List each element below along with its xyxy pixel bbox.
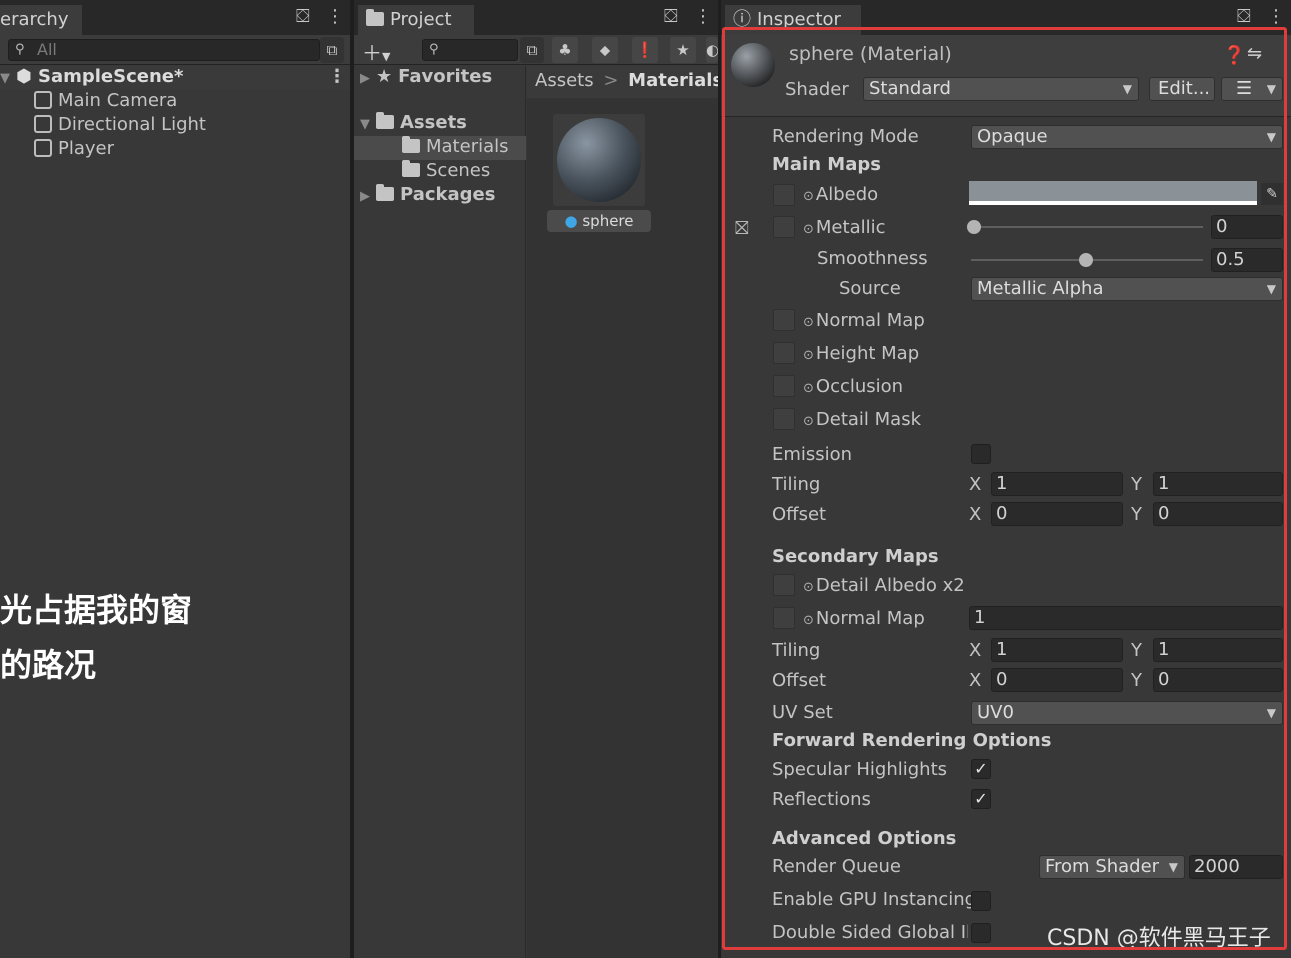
breadcrumb-assets[interactable]: Assets (535, 70, 594, 91)
project-lock-icon[interactable]: ⛋ (664, 6, 688, 27)
hidden-packages-icon[interactable]: ◐ (706, 37, 718, 63)
project-tree: ▶ ★ Favorites ▼ Assets Materials Scenes ▶ Pa… (354, 66, 526, 958)
folder-icon (402, 136, 420, 153)
tree-label: Assets (400, 112, 467, 133)
console-error-icon[interactable]: ❗ (632, 37, 658, 63)
search-icon: ⚲ (15, 42, 25, 57)
expand-arrow-icon[interactable]: ▼ (0, 67, 16, 91)
open-window-icon[interactable]: ⧉ (320, 37, 344, 63)
tree-materials[interactable]: Materials (354, 136, 526, 160)
hierarchy-menu-icon[interactable]: ⋮ (326, 6, 350, 27)
gameobject-icon (34, 115, 52, 133)
breadcrumb: Assets > Materials (527, 66, 718, 98)
hierarchy-lock-icon[interactable]: ⛋ (296, 6, 320, 27)
hierarchy-item-main-camera[interactable]: Main Camera (34, 90, 177, 111)
project-search-input[interactable]: ⚲ (422, 39, 518, 61)
expand-arrow-icon[interactable]: ▶ (360, 189, 376, 204)
hierarchy-toolbar: ⚲ All ⧉ (0, 35, 350, 65)
hierarchy-panel: erarchy ⛋ ⋮ ⚲ All ⧉ ▼ ⬢ SampleScene* ⋮ Ma… (0, 0, 350, 958)
search-placeholder: All (37, 40, 57, 59)
scene-name: SampleScene* (38, 66, 184, 87)
search-icon: ⚲ (429, 42, 439, 57)
project-toolbar: ＋▼ ⚲ ⧉ ♣ ⬥ ❗ ★ ◐ (354, 35, 718, 65)
star-icon: ★ (376, 66, 393, 87)
breadcrumb-materials[interactable]: Materials (628, 70, 718, 91)
asset-name: sphere (582, 212, 634, 230)
object-label: Directional Light (58, 114, 206, 135)
project-panel: Project ⛋ ⋮ ＋▼ ⚲ ⧉ ♣ ⬥ ❗ ★ ◐ ▶ ★ Favorites… (354, 0, 718, 958)
tree-assets[interactable]: ▼ Assets (360, 112, 467, 133)
filter-by-type-icon[interactable]: ♣ (552, 37, 578, 63)
highlight-box (722, 27, 1287, 950)
project-tabbar: Project ⛋ ⋮ (354, 0, 718, 35)
open-window-icon[interactable]: ⧉ (520, 37, 544, 63)
hierarchy-item-player[interactable]: Player (34, 138, 114, 159)
tab-project-label: Project (390, 9, 452, 30)
tree-label: Materials (426, 136, 509, 157)
open-folder-icon (376, 112, 394, 129)
overlay-text-1: 光占据我的窗 (0, 591, 193, 629)
asset-sphere-label[interactable]: ● sphere (547, 210, 651, 232)
asset-view: Assets > Materials ● sphere (527, 66, 718, 958)
project-menu-icon[interactable]: ⋮ (694, 6, 718, 27)
object-label: Main Camera (58, 90, 178, 111)
tree-packages[interactable]: ▶ Packages (360, 184, 495, 205)
tab-project[interactable]: Project (358, 5, 474, 35)
asset-sphere-tile[interactable] (553, 114, 645, 206)
folder-icon (402, 160, 420, 177)
scene-menu-icon[interactable]: ⋮ (328, 65, 346, 89)
folder-icon (376, 184, 394, 201)
overlay-text-2: 的路况 (0, 646, 97, 684)
unity-scene-icon: ⬢ (16, 66, 32, 87)
folder-icon (366, 9, 384, 26)
material-preview-sphere (557, 118, 641, 202)
tree-label: Favorites (398, 66, 493, 87)
filter-by-label-icon[interactable]: ⬥ (592, 37, 618, 63)
favorite-star-icon[interactable]: ★ (670, 37, 696, 63)
hierarchy-item-directional-light[interactable]: Directional Light (34, 114, 206, 135)
expand-arrow-icon[interactable]: ▶ (360, 71, 376, 86)
hierarchy-tabbar: erarchy ⛋ ⋮ (0, 0, 350, 35)
tree-favorites[interactable]: ▶ ★ Favorites (360, 66, 492, 87)
expand-arrow-icon[interactable]: ▼ (360, 117, 376, 132)
material-icon: ● (564, 212, 578, 230)
inspector-menu-icon[interactable]: ⋮ (1267, 6, 1291, 27)
gameobject-icon (34, 91, 52, 109)
tab-hierarchy[interactable]: erarchy (0, 5, 82, 35)
create-button[interactable]: ＋▼ (362, 37, 390, 66)
breadcrumb-separator: > (603, 70, 619, 91)
inspector-lock-icon[interactable]: ⛋ (1237, 6, 1261, 27)
tree-label: Packages (400, 184, 496, 205)
gameobject-icon (34, 139, 52, 157)
tree-label: Scenes (426, 160, 491, 181)
scene-row[interactable]: ▼ ⬢ SampleScene* ⋮ (0, 65, 350, 89)
inspector-panel: ⓘ Inspector ⛋ ⋮ sphere (Material) ❓ ⇋ ⋮ S… (721, 0, 1291, 958)
tree-scenes[interactable]: Scenes (402, 160, 490, 181)
hierarchy-search-input[interactable]: ⚲ All (8, 39, 320, 61)
object-label: Player (58, 138, 115, 159)
